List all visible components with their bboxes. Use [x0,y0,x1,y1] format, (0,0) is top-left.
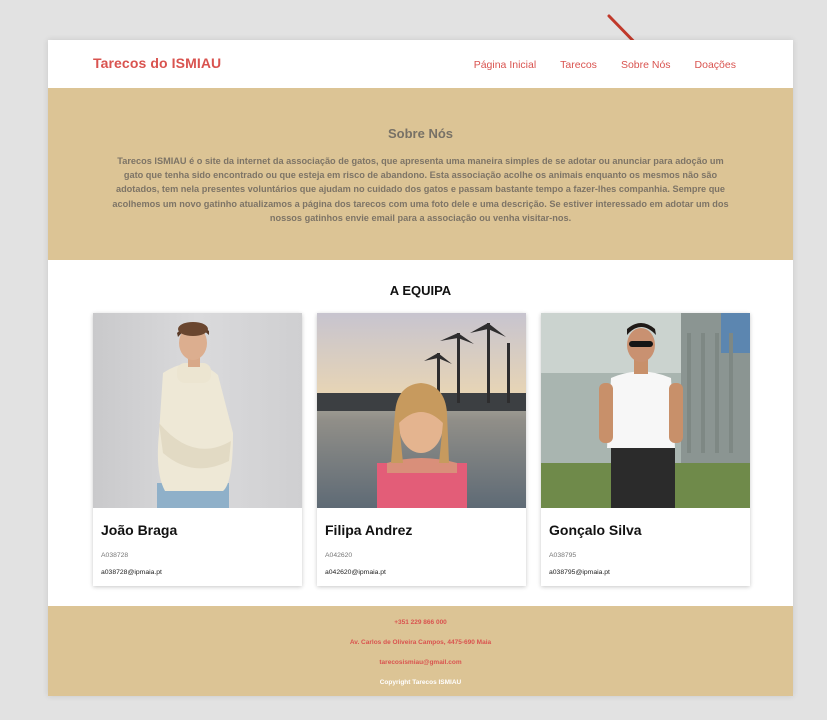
member-name: João Braga [101,522,178,538]
member-name: Filipa Andrez [325,522,413,538]
member-photo [317,313,526,508]
team-card: Gonçalo Silva A038795 a038795@ipmaia.pt [541,313,750,586]
member-name: Gonçalo Silva [549,522,642,538]
site-brand[interactable]: Tarecos do ISMIAU [93,55,221,71]
member-email[interactable]: a038728@ipmaia.pt [101,569,162,576]
top-navbar: Tarecos do ISMIAU Página Inicial Tarecos… [48,40,793,88]
team-title: A EQUIPA [389,283,452,298]
member-photo [93,313,302,508]
member-photo [541,313,750,508]
member-email[interactable]: a038795@ipmaia.pt [549,569,610,576]
footer-address: Av. Carlos de Oliveira Campos, 4475-690 … [349,639,492,646]
nav-link-donations[interactable]: Doações [695,59,736,71]
site-footer: +351 229 866 000 Av. Carlos de Oliveira … [48,606,793,696]
nav-link-tarecos[interactable]: Tarecos [560,59,597,71]
member-id: A038728 [101,552,129,559]
team-card: João Braga A038728 a038728@ipmaia.pt [93,313,302,586]
member-email[interactable]: a042620@ipmaia.pt [325,569,386,576]
main-nav: Página Inicial Tarecos Sobre Nós Doações [474,59,736,71]
footer-phone[interactable]: +351 229 866 000 [48,619,793,626]
about-section: Sobre Nós Tarecos ISMIAU é o site da int… [48,88,793,260]
member-id: A042620 [325,552,353,559]
footer-email[interactable]: tarecosismiau@gmail.com [48,659,793,666]
about-title: Sobre Nós [387,126,453,141]
member-id: A038795 [549,552,577,559]
page-container: Tarecos do ISMIAU Página Inicial Tarecos… [48,40,793,696]
nav-link-about[interactable]: Sobre Nós [621,59,671,71]
nav-link-home[interactable]: Página Inicial [474,59,536,71]
about-text: Tarecos ISMIAU é o site da internet da a… [112,156,729,223]
footer-copyright: Copyright Tarecos ISMIAU [379,679,462,686]
team-card: Filipa Andrez A042620 a042620@ipmaia.pt [317,313,526,586]
